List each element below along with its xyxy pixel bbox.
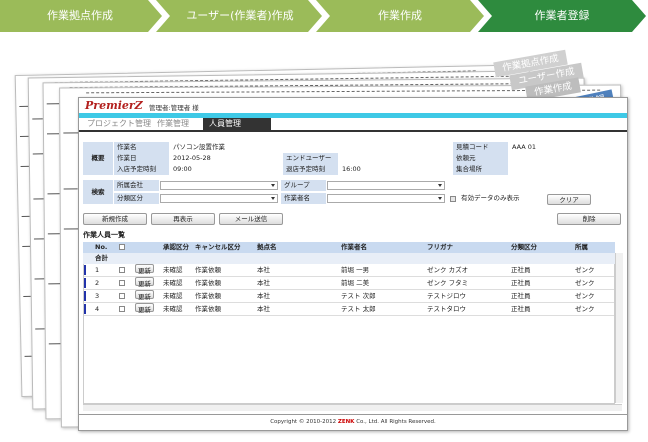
send-mail-button[interactable]: メール送信 xyxy=(219,213,283,225)
brand-logo: PremierZ xyxy=(85,99,143,112)
meeting-place-label: 集合場所 xyxy=(453,164,508,175)
work-date-label: 作業日 xyxy=(114,153,169,164)
category-label: 分類区分 xyxy=(114,193,159,204)
tab-underline xyxy=(79,130,627,132)
main-tabs: プロジェクト管理 作業管理 人員管理 xyxy=(79,118,627,130)
end-user-label: エンドユーザー xyxy=(283,153,338,164)
sum-label: 合計 xyxy=(95,254,108,262)
step-2-label: ユーザー(作業者)作成 xyxy=(186,9,294,22)
work-date-value: 2012-05-28 xyxy=(173,154,211,162)
estimate-label: 見積コード xyxy=(453,142,508,153)
worker-name-select[interactable] xyxy=(327,194,445,203)
col-base: 拠点名 xyxy=(257,243,277,251)
group-label: グループ xyxy=(281,180,326,191)
end-user-value xyxy=(339,153,449,164)
current-user: 管理者:管理者 様 xyxy=(149,104,199,112)
main-window: PremierZ 管理者:管理者 様 プロジェクト管理 作業管理 人員管理 概要… xyxy=(78,97,628,431)
valid-only-checkbox[interactable] xyxy=(450,196,456,202)
tab-project[interactable]: プロジェクト管理 xyxy=(81,118,157,130)
company-select[interactable] xyxy=(160,181,278,190)
chevron-down-icon xyxy=(438,184,442,187)
worker-name-label: 作業者名 xyxy=(281,193,326,204)
checkin-label: 入店予定時刻 xyxy=(114,164,169,175)
col-worker: 作業者名 xyxy=(341,243,367,251)
step-3-label: 作業作成 xyxy=(378,9,422,22)
step-4-label: 作業者登録 xyxy=(534,9,590,22)
chevron-down-icon xyxy=(438,197,442,200)
category-select[interactable] xyxy=(160,194,278,203)
app-header: PremierZ 管理者:管理者 様 xyxy=(79,98,627,114)
estimate-value: AAA 01 xyxy=(512,143,537,151)
col-approval: 承認区分 xyxy=(163,243,189,251)
col-cancel: キャンセル区分 xyxy=(195,243,241,251)
list-title: 作業人員一覧 xyxy=(83,231,125,239)
footer-brand: ZENK xyxy=(337,419,355,425)
tab-personnel[interactable]: 人員管理 xyxy=(203,118,271,130)
col-no: No. xyxy=(95,243,108,251)
client-value xyxy=(509,153,619,164)
horizontal-scrollbar[interactable] xyxy=(83,404,622,411)
select-all-checkbox[interactable] xyxy=(119,244,125,250)
checkout-value: 16:00 xyxy=(342,165,361,173)
clear-button[interactable]: クリア xyxy=(547,194,591,205)
search-section-label: 検索 xyxy=(83,180,113,204)
footer: Copyright © 2010-2012 ZENK Co., Ltd. All… xyxy=(79,414,627,429)
copyright-suffix: Co., Ltd. All Rights Reserved. xyxy=(356,419,436,425)
chevron-down-icon xyxy=(271,197,275,200)
col-kana: フリガナ xyxy=(427,243,453,251)
work-name-value: パソコン設置作業 xyxy=(173,143,225,151)
chevron-down-icon xyxy=(271,184,275,187)
meeting-place-value xyxy=(509,164,619,175)
vertical-scrollbar[interactable] xyxy=(615,253,623,403)
new-button[interactable]: 新規作成 xyxy=(83,213,147,225)
work-name-label: 作業名 xyxy=(114,142,169,153)
copyright-prefix: Copyright © 2010-2012 xyxy=(270,419,337,425)
checkin-value: 09:00 xyxy=(173,165,192,173)
client-label: 依頼元 xyxy=(453,153,508,164)
table-body-area xyxy=(83,264,615,404)
table-header: No. 承認区分 キャンセル区分 拠点名 作業者名 フリガナ 分類区分 所属 xyxy=(83,242,615,253)
delete-button[interactable]: 削除 xyxy=(557,213,621,225)
group-select[interactable] xyxy=(327,181,445,190)
step-bar: 作業拠点作成 ユーザー(作業者)作成 作業作成 作業者登録 xyxy=(0,0,648,32)
valid-only-label: 有効データのみ表示 xyxy=(461,194,520,202)
refresh-button[interactable]: 再表示 xyxy=(151,213,215,225)
col-category: 分類区分 xyxy=(511,243,537,251)
summary-section-label: 概要 xyxy=(83,142,113,175)
col-affiliation: 所属 xyxy=(575,243,588,251)
tab-work[interactable]: 作業管理 xyxy=(151,118,195,130)
checkout-label: 退店予定時刻 xyxy=(283,164,338,175)
company-label: 所属会社 xyxy=(114,180,159,191)
step-1-label: 作業拠点作成 xyxy=(47,9,113,22)
